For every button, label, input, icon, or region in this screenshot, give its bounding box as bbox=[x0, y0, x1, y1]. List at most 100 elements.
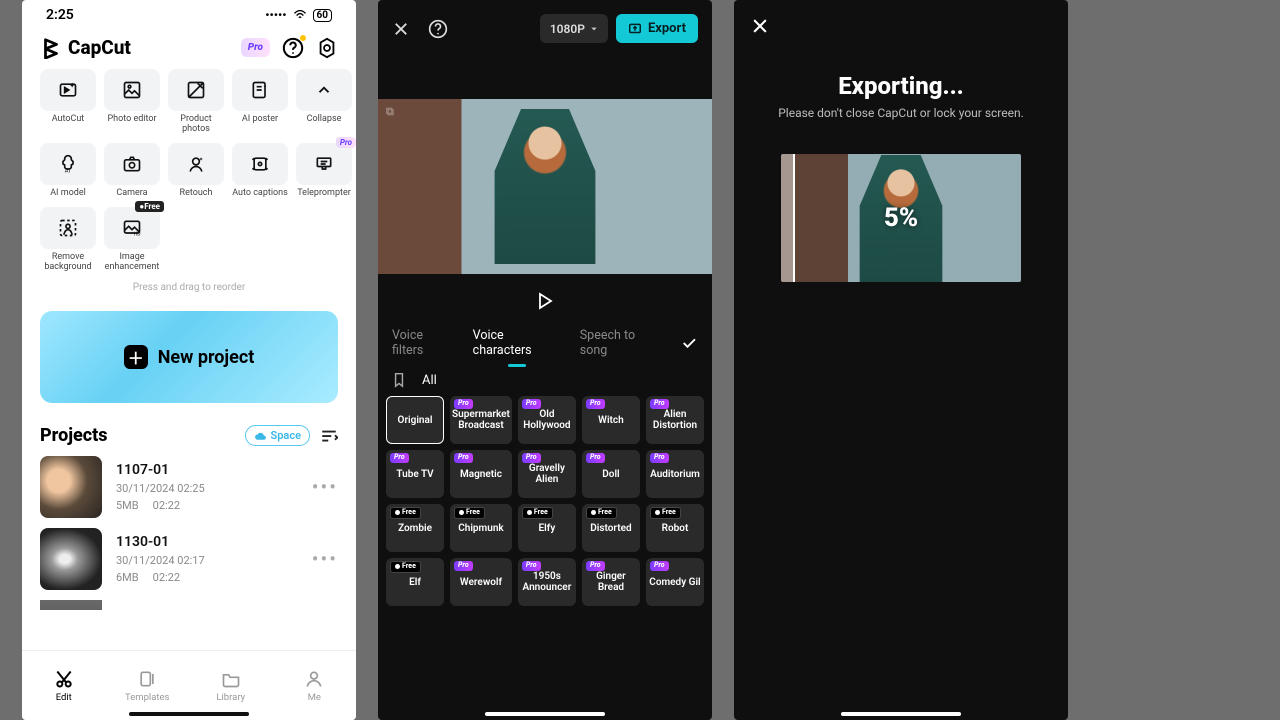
tool-photo-editor[interactable]: Photo editor bbox=[104, 69, 160, 135]
voice-character-label: Ginger Bread bbox=[584, 571, 638, 593]
voice-character-cell[interactable]: ProWerewolf bbox=[450, 558, 512, 606]
tool-ai-model[interactable]: AIAI model bbox=[40, 143, 96, 199]
tool-retouch[interactable]: Retouch bbox=[168, 143, 224, 199]
voice-character-label: Auditorium bbox=[650, 469, 700, 480]
voice-character-cell[interactable]: ProTube TV bbox=[386, 450, 444, 498]
pro-badge[interactable]: Pro bbox=[241, 38, 270, 57]
confirm-icon[interactable] bbox=[680, 334, 698, 352]
tab-voice-characters[interactable]: Voice characters bbox=[473, 328, 562, 358]
voice-character-label: Alien Distortion bbox=[648, 409, 702, 431]
tool-auto-captions[interactable]: Auto captions bbox=[232, 143, 288, 199]
image-enhancement-icon: ●FreeHD bbox=[104, 207, 160, 249]
tool-remove-background[interactable]: Remove background bbox=[40, 207, 96, 273]
pro-badge: Pro bbox=[522, 561, 541, 571]
person-icon bbox=[304, 669, 324, 689]
clock: 2:25 bbox=[46, 7, 74, 23]
notification-dot-icon bbox=[300, 35, 306, 41]
home-indicator bbox=[485, 712, 605, 716]
help-icon[interactable] bbox=[428, 19, 448, 39]
voice-character-cell[interactable]: Pro Doll bbox=[582, 450, 640, 498]
tab-voice-filters[interactable]: Voice filters bbox=[392, 328, 455, 358]
settings-icon[interactable] bbox=[316, 37, 338, 59]
voice-character-cell[interactable]: FreeRobot bbox=[646, 504, 704, 552]
bookmark-icon[interactable] bbox=[392, 372, 406, 388]
voice-character-label: Elfy bbox=[539, 523, 556, 534]
free-badge: Free bbox=[586, 507, 617, 519]
voice-character-cell[interactable]: ProWitch bbox=[582, 396, 640, 444]
remove-background-icon bbox=[40, 207, 96, 249]
voice-character-cell[interactable]: ProAuditorium bbox=[646, 450, 704, 498]
voice-character-cell[interactable]: ProSupermarket Broadcast bbox=[450, 396, 512, 444]
free-badge: Free bbox=[390, 561, 421, 573]
tool-autocut[interactable]: AutoCut bbox=[40, 69, 96, 135]
video-preview[interactable]: ⧉ bbox=[378, 99, 712, 274]
chevron-down-icon bbox=[590, 25, 598, 33]
project-row[interactable]: 1107-01 30/11/2024 02:25 5MB02:22 ••• bbox=[40, 456, 338, 518]
tool-teleprompter[interactable]: ProTeleprompter bbox=[296, 143, 352, 199]
project-name: 1107-01 bbox=[116, 462, 298, 478]
category-all[interactable]: All bbox=[422, 373, 437, 388]
pro-badge: Pro bbox=[454, 453, 473, 463]
voice-character-cell[interactable]: ProAlien Distortion bbox=[646, 396, 704, 444]
tab-library[interactable]: Library bbox=[189, 651, 273, 720]
ai-poster-icon bbox=[232, 69, 288, 111]
help-icon[interactable] bbox=[282, 37, 304, 59]
tab-edit[interactable]: Edit bbox=[22, 651, 106, 720]
export-preview: 5% bbox=[781, 154, 1021, 282]
play-button[interactable] bbox=[378, 274, 712, 328]
autocut-icon bbox=[40, 69, 96, 111]
more-icon[interactable]: ••• bbox=[312, 475, 338, 499]
tool-camera[interactable]: Camera bbox=[104, 143, 160, 199]
tool-ai-poster[interactable]: AI poster bbox=[232, 69, 288, 135]
pro-badge: Pro bbox=[586, 453, 605, 463]
voice-character-cell[interactable]: FreeChipmunk bbox=[450, 504, 512, 552]
home-indicator bbox=[129, 712, 249, 716]
project-thumbnail bbox=[40, 600, 102, 610]
cloud-icon bbox=[254, 431, 267, 441]
voice-character-cell[interactable]: FreeDistorted bbox=[582, 504, 640, 552]
watermark-icon: ⧉ bbox=[386, 105, 394, 119]
scissors-icon bbox=[54, 669, 74, 689]
free-badge: Free bbox=[522, 507, 553, 519]
svg-text:AI: AI bbox=[65, 168, 71, 174]
space-button[interactable]: Space bbox=[245, 425, 310, 446]
tool-image-enhancement[interactable]: ●FreeHDImage enhancement bbox=[104, 207, 160, 273]
pro-badge: Pro bbox=[586, 399, 605, 409]
voice-character-cell[interactable]: Free Elfy bbox=[518, 504, 576, 552]
more-icon[interactable]: ••• bbox=[312, 547, 338, 571]
export-button[interactable]: Export bbox=[616, 14, 698, 43]
project-row[interactable]: 1130-01 30/11/2024 02:17 6MB02:22 ••• bbox=[40, 528, 338, 590]
sort-button[interactable] bbox=[320, 429, 338, 443]
project-thumbnail bbox=[40, 456, 102, 518]
tab-me[interactable]: Me bbox=[273, 651, 357, 720]
voice-character-cell[interactable]: FreeElf bbox=[386, 558, 444, 606]
pro-badge: Pro bbox=[586, 561, 605, 571]
close-icon[interactable] bbox=[392, 20, 410, 38]
voice-character-cell[interactable]: Pro1950s Announcer bbox=[518, 558, 576, 606]
tool-collapse[interactable]: Collapse bbox=[296, 69, 352, 135]
voice-character-label: Doll bbox=[602, 469, 619, 480]
voice-character-cell[interactable]: ProGinger Bread bbox=[582, 558, 640, 606]
project-row[interactable] bbox=[40, 600, 338, 610]
new-project-button[interactable]: ＋ New project bbox=[40, 311, 338, 403]
voice-character-label: Comedy Gil bbox=[649, 577, 700, 588]
project-size: 6MB bbox=[116, 571, 139, 584]
tab-speech-to-song[interactable]: Speech to song bbox=[580, 328, 662, 358]
free-badge-small: ●Free bbox=[135, 201, 164, 212]
pro-badge: Pro bbox=[650, 399, 669, 409]
play-icon bbox=[537, 292, 553, 310]
category-row: All bbox=[378, 358, 712, 396]
tool-product-photos[interactable]: Product photos bbox=[168, 69, 224, 135]
exporting-subtitle: Please don't close CapCut or lock your s… bbox=[734, 106, 1068, 120]
project-date: 30/11/2024 02:25 bbox=[116, 482, 298, 495]
voice-character-cell[interactable]: ProComedy Gil bbox=[646, 558, 704, 606]
tab-templates[interactable]: Templates bbox=[106, 651, 190, 720]
voice-character-cell[interactable]: ProGravelly Alien bbox=[518, 450, 576, 498]
voice-character-cell[interactable]: ProOld Hollywood bbox=[518, 396, 576, 444]
voice-character-cell[interactable]: FreeZombie bbox=[386, 504, 444, 552]
pro-badge: Pro bbox=[390, 453, 409, 463]
voice-character-cell[interactable]: Original bbox=[386, 396, 444, 444]
resolution-button[interactable]: 1080P bbox=[540, 14, 608, 43]
close-icon[interactable] bbox=[750, 16, 770, 36]
voice-character-cell[interactable]: ProMagnetic bbox=[450, 450, 512, 498]
